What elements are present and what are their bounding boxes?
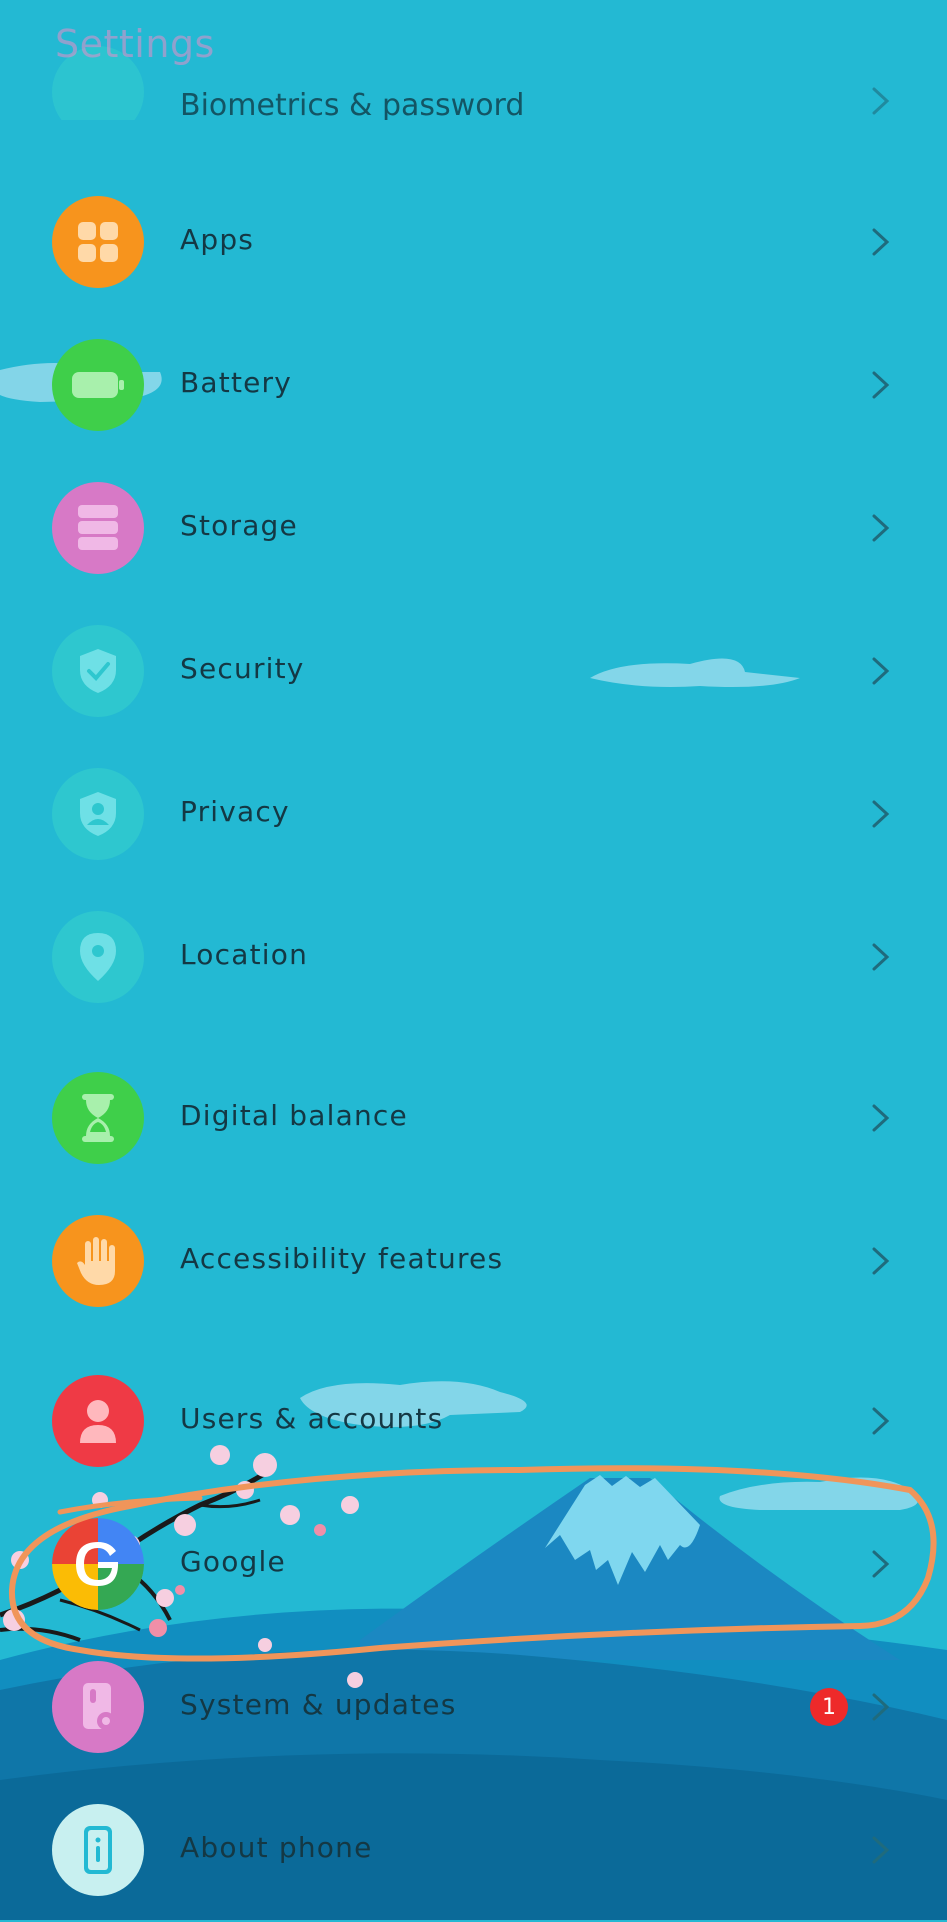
- chevron-right-icon: [872, 514, 890, 542]
- settings-item-label: Google: [180, 1545, 286, 1578]
- page-title: Settings: [55, 22, 215, 66]
- chevron-right-icon: [872, 87, 890, 115]
- settings-item-digital-balance[interactable]: Digital balance: [0, 1047, 947, 1190]
- google-icon: [52, 1518, 144, 1610]
- chevron-right-icon: [872, 1104, 890, 1132]
- settings-item-storage[interactable]: Storage: [0, 457, 947, 600]
- chevron-right-icon: [872, 371, 890, 399]
- settings-item-label: Location: [180, 938, 309, 971]
- notification-badge: 1: [810, 1688, 848, 1726]
- settings-item-label: Biometrics & password: [180, 88, 525, 120]
- settings-item-apps[interactable]: Apps: [0, 171, 947, 314]
- info-phone-icon: [52, 1804, 144, 1896]
- settings-item-battery[interactable]: Battery: [0, 314, 947, 457]
- settings-item-label: About phone: [180, 1831, 373, 1864]
- settings-item-privacy[interactable]: Privacy: [0, 743, 947, 886]
- hand-icon: [52, 1215, 144, 1307]
- apps-icon: [52, 196, 144, 288]
- storage-icon: [52, 482, 144, 574]
- settings-item-label: Storage: [180, 509, 298, 542]
- chevron-right-icon: [872, 1407, 890, 1435]
- settings-item-label: Battery: [180, 366, 293, 399]
- settings-item-accessibility[interactable]: Accessibility features: [0, 1190, 947, 1333]
- chevron-right-icon: [872, 1247, 890, 1275]
- privacy-icon: [52, 768, 144, 860]
- settings-item-system-updates[interactable]: System & updates 1: [0, 1636, 947, 1779]
- chevron-right-icon: [872, 1693, 890, 1721]
- settings-item-about-phone[interactable]: About phone: [0, 1779, 947, 1922]
- settings-item-label: Security: [180, 652, 305, 685]
- settings-item-location[interactable]: Location: [0, 886, 947, 1029]
- settings-item-label: Accessibility features: [180, 1242, 504, 1275]
- settings-item-label: Apps: [180, 223, 255, 256]
- chevron-right-icon: [872, 800, 890, 828]
- user-icon: [52, 1375, 144, 1467]
- chevron-right-icon: [872, 1550, 890, 1578]
- phone-settings-icon: [52, 1661, 144, 1753]
- settings-item-users-accounts[interactable]: Users & accounts: [0, 1350, 947, 1493]
- location-pin-icon: [52, 911, 144, 1003]
- settings-item-label: Privacy: [180, 795, 290, 828]
- shield-icon: [52, 625, 144, 717]
- chevron-right-icon: [872, 228, 890, 256]
- settings-item-security[interactable]: Security: [0, 600, 947, 743]
- settings-item-google[interactable]: Google: [0, 1493, 947, 1636]
- chevron-right-icon: [872, 943, 890, 971]
- chevron-right-icon: [872, 1836, 890, 1864]
- settings-item-label: Digital balance: [180, 1099, 408, 1132]
- settings-item-label: Users & accounts: [180, 1402, 444, 1435]
- settings-item-label: System & updates: [180, 1688, 457, 1721]
- hourglass-icon: [52, 1072, 144, 1164]
- battery-icon: [52, 339, 144, 431]
- chevron-right-icon: [872, 657, 890, 685]
